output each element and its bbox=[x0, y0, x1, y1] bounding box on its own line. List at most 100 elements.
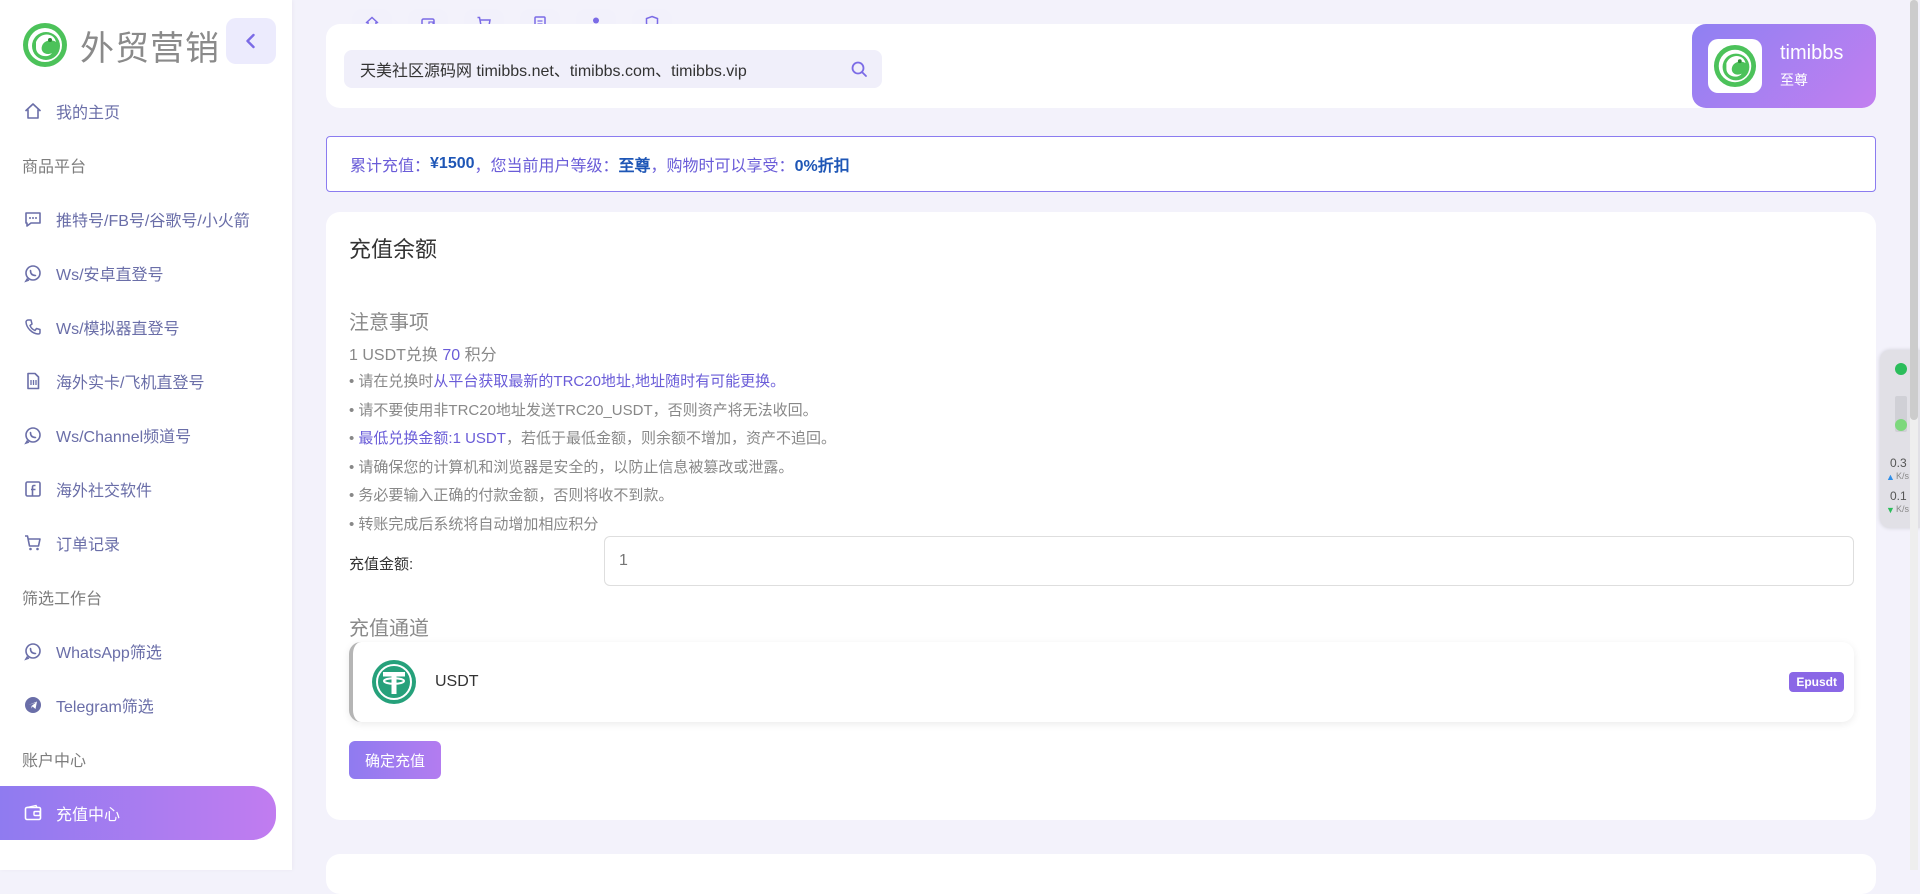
status-dot-icon bbox=[1895, 419, 1907, 431]
sidebar-item-label: WhatsApp筛选 bbox=[56, 645, 162, 662]
sidebar-item-label: 我的主页 bbox=[56, 105, 121, 122]
sidebar-item-label: 订单记录 bbox=[56, 537, 121, 554]
note-item: • 务必要输入正确的付款金额，否则将收不到款。 bbox=[349, 482, 836, 511]
secondary-card bbox=[326, 854, 1876, 894]
exchange-rate-suffix: 积分 bbox=[460, 347, 497, 364]
chevron-left-icon bbox=[246, 33, 255, 49]
notes-list: • 请在兑换时从平台获取最新的TRC20地址,地址随时有可能更换。 • 请不要使用… bbox=[349, 368, 836, 540]
note-item: • 请不要使用非TRC20地址发送TRC20_USDT，否则资产将无法收回。 bbox=[349, 397, 836, 426]
notice-level: 至尊 bbox=[618, 158, 651, 175]
sidebar-item[interactable]: Telegram筛选 bbox=[0, 678, 276, 732]
sidebar-item[interactable]: 海外实卡/飞机直登号 bbox=[0, 354, 276, 408]
brand-name: 外贸营销 bbox=[80, 29, 220, 68]
chat-icon bbox=[25, 212, 41, 227]
user-level: 至尊 bbox=[1780, 72, 1808, 88]
note-text: • 转账完成后系统将自动增加相应积分 bbox=[349, 515, 599, 533]
amount-label: 充值金额: bbox=[349, 556, 414, 573]
cart-icon bbox=[25, 535, 41, 551]
usdt-tether-icon bbox=[372, 660, 416, 704]
notice-text-1: 累计充值： bbox=[350, 158, 431, 175]
whatsapp-icon bbox=[24, 643, 41, 661]
nav-section-label: 账户中心 bbox=[22, 753, 87, 770]
sidebar-item[interactable]: Ws/Channel频道号 bbox=[0, 408, 276, 462]
sidebar-item[interactable]: 充值中心 bbox=[0, 786, 276, 840]
notice-discount: 0%折扣 bbox=[794, 158, 850, 175]
sidebar-collapse-button[interactable] bbox=[226, 18, 276, 64]
note-item: • 最低兑换金额:1 USDT，若低于最低金额，则余额不增加，资产不追回。 bbox=[349, 425, 836, 454]
whatsapp-icon bbox=[24, 427, 41, 445]
channel-badge: Epusdt bbox=[1789, 672, 1844, 692]
note-text: • 务必要输入正确的付款金额，否则将收不到款。 bbox=[349, 487, 674, 505]
note-text: ，若低于最低金额，则余额不增加，资产不追回。 bbox=[505, 430, 836, 448]
page-title: 充值余额 bbox=[349, 237, 438, 262]
nav-section-label: 筛选工作台 bbox=[22, 591, 103, 608]
note-text: • bbox=[349, 430, 359, 448]
notice-total: ¥1500 bbox=[430, 155, 475, 172]
sidebar-item-label: Ws/安卓直登号 bbox=[56, 267, 164, 284]
sidebar: 外贸营销 我的主页商品平台推特号/FB号/谷歌号/小火箭 Ws/安卓直登号 Ws/模… bbox=[0, 0, 292, 870]
whatsapp-icon bbox=[24, 265, 41, 283]
user-avatar-icon bbox=[1713, 44, 1757, 88]
search-input[interactable] bbox=[344, 50, 842, 88]
recharge-summary-notice: 累计充值： ¥1500 ，您当前用户等级： 至尊 ，购物时可以享受： 0%折扣 bbox=[326, 136, 1876, 192]
user-meta: timibbs 至尊 bbox=[1780, 42, 1843, 90]
sidebar-item[interactable]: 我的主页 bbox=[0, 84, 276, 138]
sidebar-item[interactable]: Ws/安卓直登号 bbox=[0, 246, 276, 300]
note-text: • 请不要使用非TRC20地址发送TRC20_USDT，否则资产将无法收回。 bbox=[349, 401, 818, 419]
arrow-up-icon: ▲ bbox=[1886, 472, 1895, 482]
upload-unit: K/s bbox=[1896, 471, 1910, 481]
sidebar-item-label: Ws/Channel频道号 bbox=[56, 429, 192, 446]
sidebar-item[interactable]: 海外社交软件 bbox=[0, 462, 276, 516]
note-item: • 请在兑换时从平台获取最新的TRC20地址,地址随时有可能更换。 bbox=[349, 368, 836, 397]
sidebar-item[interactable]: 推特号/FB号/谷歌号/小火箭 bbox=[0, 192, 276, 246]
confirm-recharge-button[interactable]: 确定充值 bbox=[349, 741, 441, 779]
exchange-rate-prefix: 1 USDT兑换 bbox=[349, 347, 443, 364]
scrollbar-thumb[interactable] bbox=[1910, 0, 1918, 420]
arrow-down-icon: ▼ bbox=[1886, 505, 1895, 515]
wallet-icon bbox=[24, 804, 42, 821]
exchange-rate: 1 USDT兑换 70 积分 bbox=[349, 341, 497, 365]
avatar bbox=[1708, 39, 1762, 93]
brand[interactable]: 外贸营销 bbox=[22, 18, 220, 72]
sidebar-item-label: Ws/模拟器直登号 bbox=[56, 321, 180, 338]
facebook-icon bbox=[25, 481, 41, 497]
sidebar-item-label: 推特号/FB号/谷歌号/小火箭 bbox=[56, 213, 250, 230]
notice-text-2: ，您当前用户等级： bbox=[474, 158, 619, 175]
channel-option-usdt[interactable]: USDT Epusdt bbox=[349, 642, 1854, 722]
note-item: • 请确保您的计算机和浏览器是安全的，以防止信息被篡改或泄露。 bbox=[349, 454, 836, 483]
search-box bbox=[344, 50, 882, 88]
sidebar-item-label: Telegram筛选 bbox=[56, 699, 154, 716]
channel-title: 充值通道 bbox=[349, 618, 429, 640]
exchange-rate-value: 70 bbox=[442, 347, 461, 364]
user-name: timibbs bbox=[1780, 42, 1844, 64]
notice-text-3: ，购物时可以享受： bbox=[650, 158, 795, 175]
sidebar-item-label: 海外社交软件 bbox=[56, 483, 153, 500]
recharge-card: 充值余额 注意事项 1 USDT兑换 70 积分 • 请在兑换时从平台获取最新的… bbox=[326, 212, 1876, 820]
sidebar-item[interactable]: Ws/模拟器直登号 bbox=[0, 300, 276, 354]
phone-icon bbox=[25, 319, 41, 335]
note-text: • 请在兑换时 bbox=[349, 373, 434, 390]
user-card[interactable]: timibbs 至尊 bbox=[1692, 24, 1876, 108]
sidebar-item[interactable]: WhatsApp筛选 bbox=[0, 624, 276, 678]
notes-title: 注意事项 bbox=[349, 312, 429, 334]
upload-speed: 0.3 bbox=[1890, 456, 1907, 470]
download-unit: K/s bbox=[1896, 504, 1910, 514]
green-dragon-logo-icon bbox=[23, 23, 67, 67]
note-text: 最低兑换金额:1 USDT bbox=[358, 430, 506, 448]
search-icon[interactable] bbox=[850, 60, 868, 78]
top-header: timibbs 至尊 bbox=[326, 24, 1876, 108]
status-dot-icon bbox=[1895, 363, 1907, 375]
page-scrollbar[interactable] bbox=[1910, 0, 1918, 870]
channel-name: USDT bbox=[435, 673, 479, 690]
sidebar-item[interactable]: 订单记录 bbox=[0, 516, 276, 570]
nav-section-label: 商品平台 bbox=[22, 159, 87, 176]
sidebar-item-label: 充值中心 bbox=[56, 807, 121, 824]
download-speed: 0.1 bbox=[1890, 489, 1907, 503]
sidebar-item-label: 海外实卡/飞机直登号 bbox=[56, 375, 205, 392]
note-text: • 请确保您的计算机和浏览器是安全的，以防止信息被篡改或泄露。 bbox=[349, 458, 794, 476]
amount-input[interactable] bbox=[604, 536, 1854, 586]
note-text: 从平台获取最新的TRC20地址,地址随时有可能更换。 bbox=[433, 373, 786, 390]
sidebar-nav: 我的主页商品平台推特号/FB号/谷歌号/小火箭 Ws/安卓直登号 Ws/模拟器直登号… bbox=[0, 84, 292, 840]
sim-card-icon bbox=[27, 372, 40, 390]
home-icon bbox=[24, 103, 42, 119]
